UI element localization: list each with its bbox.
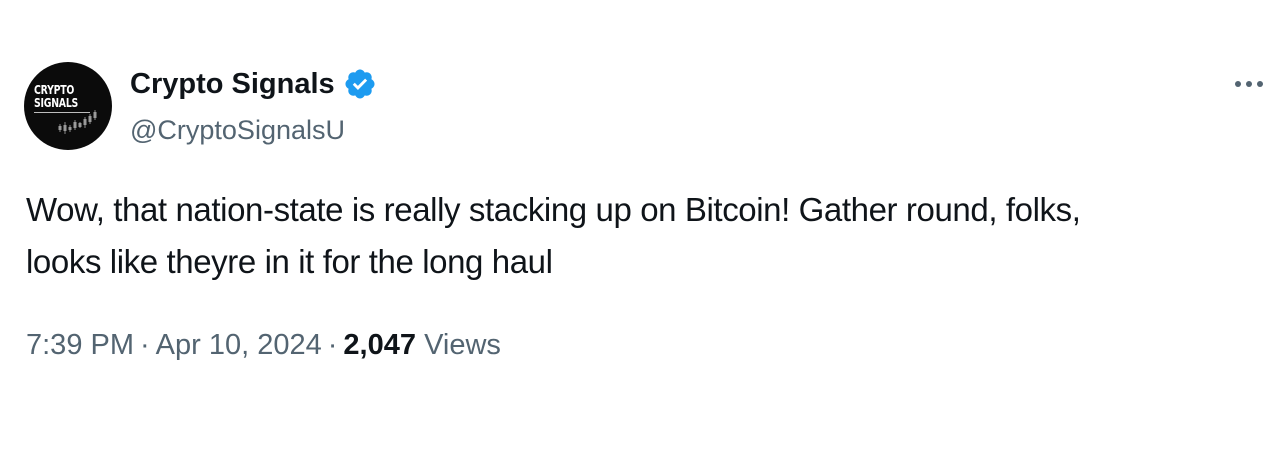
avatar-candlestick-graphic — [58, 110, 97, 134]
tweet-date[interactable]: Apr 10, 2024 — [156, 329, 322, 361]
tweet-time[interactable]: 7:39 PM — [26, 329, 134, 361]
tweet-text-line-1: Wow, that nation-state is really stackin… — [26, 191, 1081, 228]
meta-separator: · — [327, 329, 338, 361]
views-count: 2,047 — [343, 329, 416, 361]
author-display-name[interactable]: Crypto Signals — [130, 66, 335, 102]
tweet-card: CRYPTO SIGNALS Crypto Signals @CryptoSig… — [0, 0, 1280, 450]
verified-badge-icon[interactable] — [343, 67, 377, 101]
tweet-meta: 7:39 PM · Apr 10, 2024 · 2,047 Views — [26, 326, 501, 364]
avatar[interactable]: CRYPTO SIGNALS — [24, 62, 112, 150]
more-options-icon[interactable] — [1232, 70, 1266, 98]
meta-separator: · — [140, 329, 150, 361]
views-label: Views — [424, 329, 501, 361]
tweet-text-line-2: looks like theyre in it for the long hau… — [26, 243, 553, 280]
author-name-row: Crypto Signals — [130, 66, 377, 102]
tweet-text: Wow, that nation-state is really stackin… — [26, 184, 1276, 288]
author-handle[interactable]: @CryptoSignalsU — [130, 113, 345, 147]
